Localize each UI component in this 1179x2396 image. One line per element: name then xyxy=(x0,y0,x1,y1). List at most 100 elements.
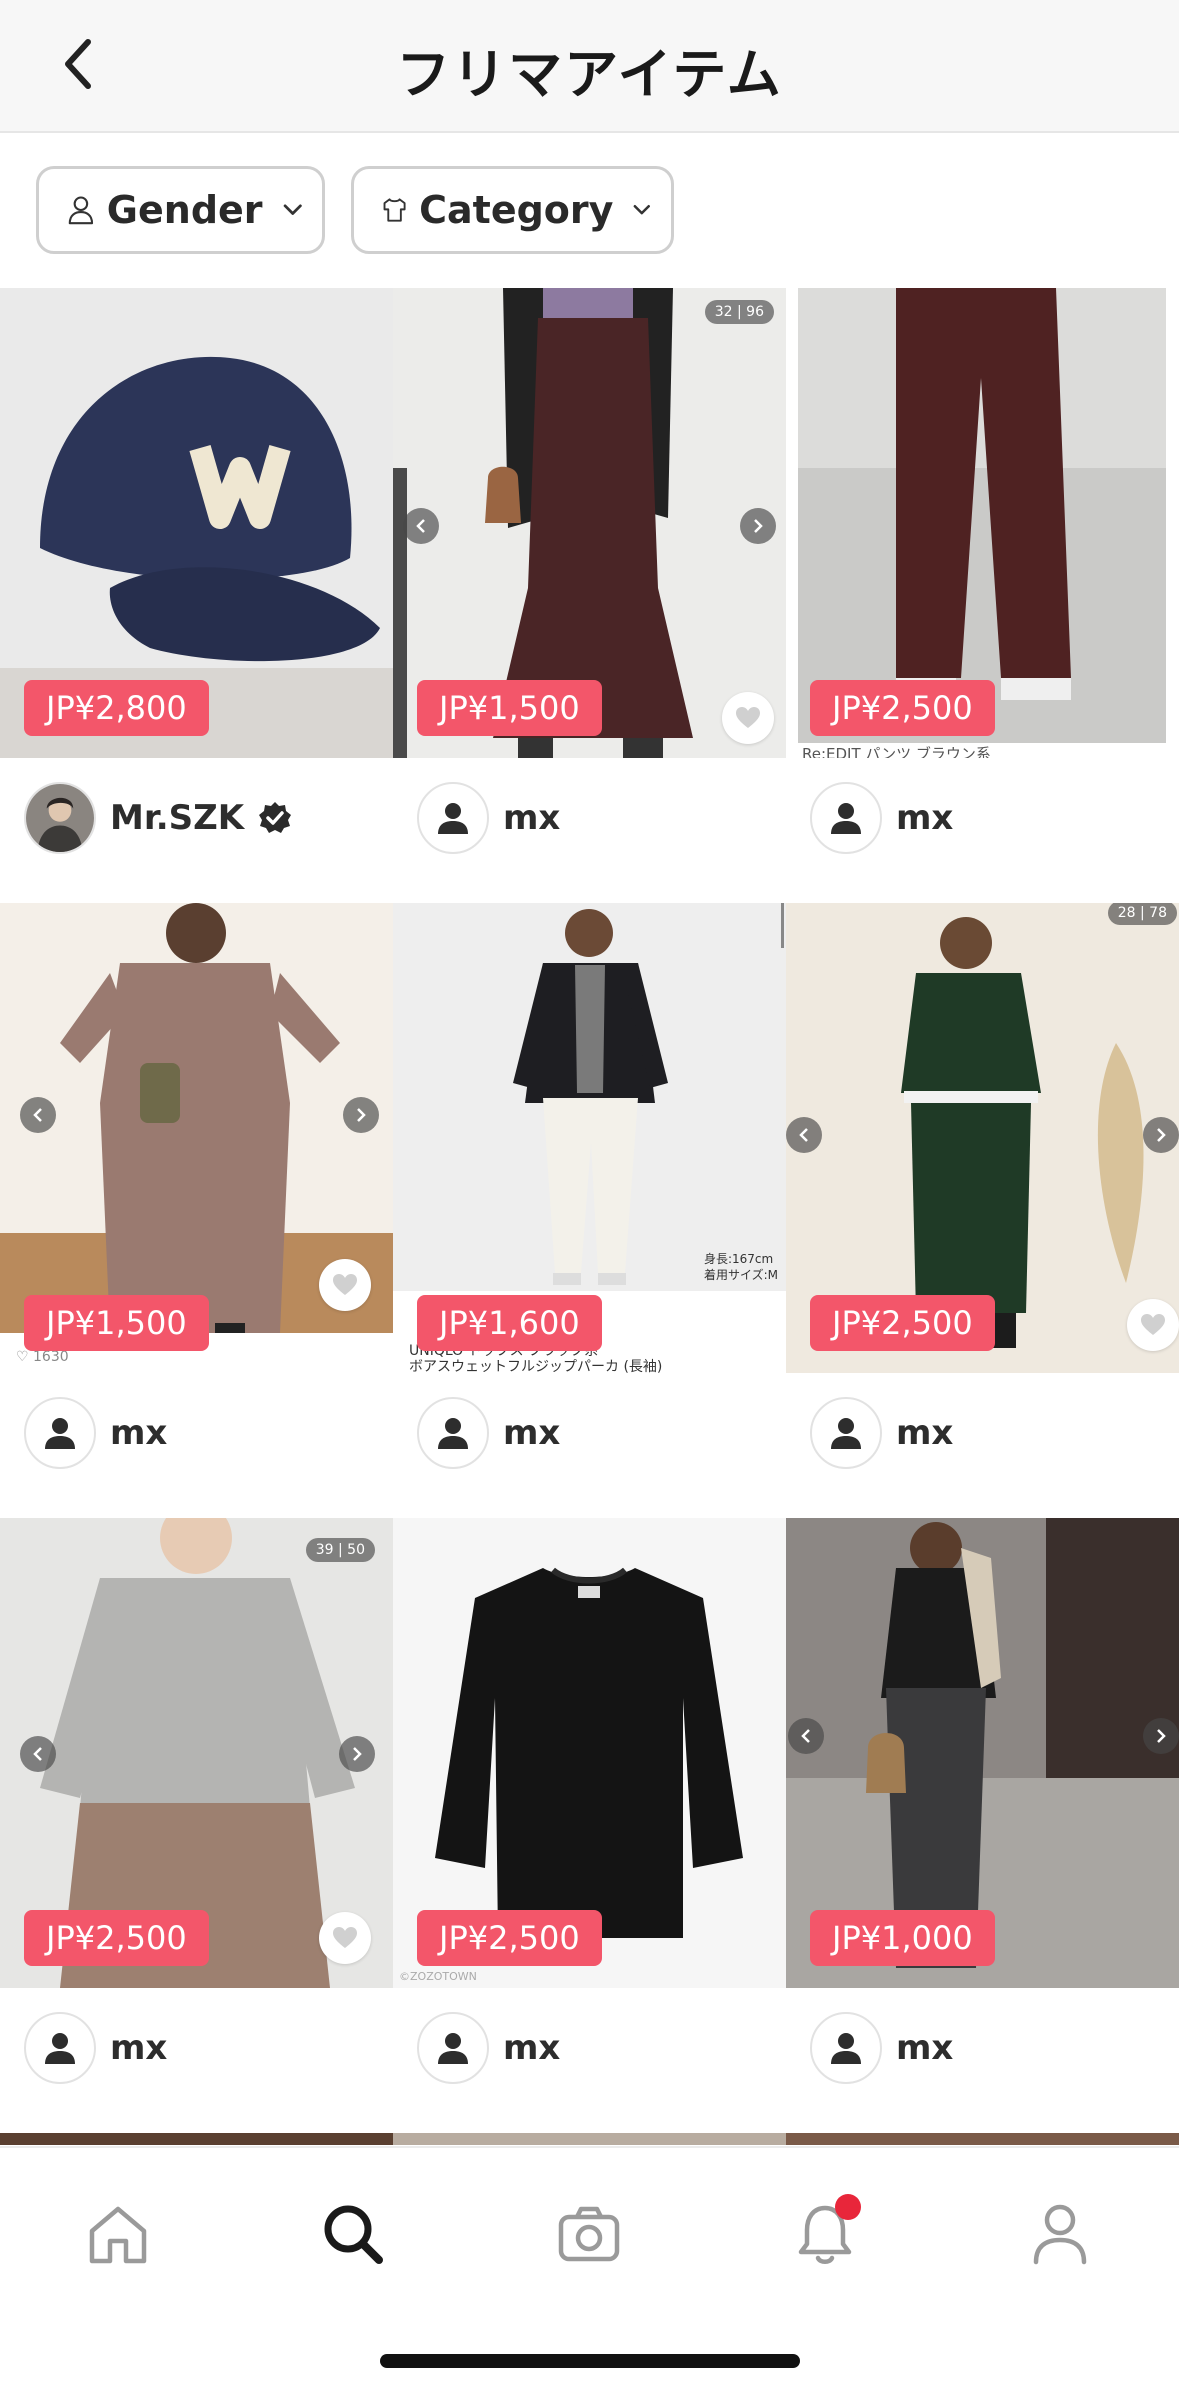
person-icon xyxy=(831,2033,861,2064)
tab-notifications[interactable] xyxy=(785,2194,865,2274)
home-indicator xyxy=(380,2354,800,2368)
item-card[interactable]: 32 | 96 JP¥1,500 mx xyxy=(393,288,786,903)
item-card[interactable]: JP¥1,000 mx xyxy=(786,1518,1179,2133)
item-card[interactable]: ♡ 1630 JP¥1,500 mx xyxy=(0,903,393,1518)
verified-badge-icon xyxy=(259,802,292,833)
prev-photo-button[interactable] xyxy=(403,508,439,544)
seller-info[interactable]: mx xyxy=(810,782,953,854)
chevron-left-icon xyxy=(801,1729,810,1743)
item-card[interactable]: 28 | 78 JP¥2,500 mx xyxy=(786,903,1179,1518)
prev-photo-button[interactable] xyxy=(20,1097,56,1133)
photo-count-badge: 28 | 78 xyxy=(1107,903,1177,925)
seller-info[interactable]: mx xyxy=(417,782,560,854)
category-filter-label: Category xyxy=(419,188,614,232)
like-button[interactable] xyxy=(1127,1299,1179,1351)
heart-icon xyxy=(736,707,760,728)
person-icon xyxy=(45,1418,75,1449)
next-photo-button[interactable] xyxy=(740,508,776,544)
seller-name: mx xyxy=(896,1413,954,1453)
avatar xyxy=(417,1397,489,1469)
shirt-icon xyxy=(383,198,406,222)
person-icon xyxy=(438,803,468,834)
item-caption: Re:EDIT パンツ ブラウン系 xyxy=(802,745,991,758)
seller-info[interactable]: mx xyxy=(24,2012,167,2084)
seller-info[interactable]: Mr.SZK xyxy=(24,782,292,854)
avatar xyxy=(417,782,489,854)
item-card[interactable]: JP¥2,800 Mr.SZK xyxy=(0,288,393,903)
filter-bar: Gender Category xyxy=(36,166,674,254)
chevron-right-icon xyxy=(1157,1128,1166,1142)
price-tag: JP¥2,500 xyxy=(810,680,995,736)
seller-name: mx xyxy=(110,1413,168,1453)
next-photo-button[interactable] xyxy=(1143,1117,1179,1153)
prev-photo-button[interactable] xyxy=(788,1718,824,1754)
next-photo-button[interactable] xyxy=(339,1736,375,1772)
prev-photo-button[interactable] xyxy=(786,1117,822,1153)
seller-info[interactable]: mx xyxy=(24,1397,167,1469)
item-card[interactable]: 39 | 50 JP¥2,500 mx xyxy=(0,1518,393,2133)
chevron-left-icon xyxy=(33,1747,42,1761)
photo-watermark: ©ZOZOTOWN xyxy=(399,1970,477,1983)
avatar xyxy=(810,2012,882,2084)
notification-dot xyxy=(835,2194,861,2220)
like-button[interactable] xyxy=(722,692,774,744)
chevron-right-icon xyxy=(353,1747,362,1761)
heart-icon xyxy=(1141,1314,1165,1335)
seller-info[interactable]: mx xyxy=(417,1397,560,1469)
item-card[interactable]: 身長:167cm 着用サイズ:M UNIQLO トップス ブラック系 ボアスウェ… xyxy=(393,903,786,1518)
seller-name: mx xyxy=(110,2028,168,2068)
photo-note-line: 着用サイズ:M xyxy=(703,1268,778,1282)
seller-name: mx xyxy=(503,1413,561,1453)
next-photo-button[interactable] xyxy=(1143,1718,1179,1754)
like-button[interactable] xyxy=(319,1259,371,1311)
tab-search[interactable] xyxy=(313,2194,393,2274)
person-icon xyxy=(831,1418,861,1449)
tab-home[interactable] xyxy=(78,2194,158,2274)
avatar xyxy=(810,1397,882,1469)
photo-count-badge: 32 | 96 xyxy=(704,300,774,324)
camera-icon xyxy=(558,2206,620,2262)
avatar xyxy=(24,782,96,854)
seller-name: mx xyxy=(896,798,954,838)
heart-icon xyxy=(333,1274,357,1295)
tab-camera[interactable] xyxy=(549,2194,629,2274)
person-icon xyxy=(68,196,94,225)
chevron-down-icon xyxy=(634,204,651,215)
avatar xyxy=(810,782,882,854)
gender-filter-button[interactable]: Gender xyxy=(36,166,325,254)
item-card[interactable]: Re:EDIT パンツ ブラウン系 JP¥2,500 mx xyxy=(786,288,1179,903)
tab-profile[interactable] xyxy=(1020,2194,1100,2274)
seller-info[interactable]: mx xyxy=(417,2012,560,2084)
next-photo-button[interactable] xyxy=(343,1097,379,1133)
chevron-down-icon xyxy=(283,204,302,215)
avatar xyxy=(24,1397,96,1469)
category-filter-button[interactable]: Category xyxy=(351,166,674,254)
price-tag: JP¥1,600 xyxy=(417,1295,602,1351)
chevron-right-icon xyxy=(1157,1729,1166,1743)
seller-info[interactable]: mx xyxy=(810,2012,953,2084)
price-tag: JP¥1,500 xyxy=(24,1295,209,1351)
price-tag: JP¥2,500 xyxy=(417,1910,602,1966)
seller-name: Mr.SZK xyxy=(110,798,245,838)
header: フリマアイテム xyxy=(0,0,1179,133)
like-count: ♡ 1630 xyxy=(16,1349,69,1365)
price-tag: JP¥1,000 xyxy=(810,1910,995,1966)
seller-info[interactable]: mx xyxy=(810,1397,953,1469)
seller-name: mx xyxy=(503,798,561,838)
item-card[interactable]: ©ZOZOTOWN JP¥2,500 mx xyxy=(393,1518,786,2133)
chevron-left-icon xyxy=(416,519,425,533)
price-tag: JP¥2,800 xyxy=(24,680,209,736)
price-tag: JP¥1,500 xyxy=(417,680,602,736)
chevron-left-icon xyxy=(799,1128,808,1142)
price-tag: JP¥2,500 xyxy=(810,1295,995,1351)
avatar xyxy=(417,2012,489,2084)
photo-note-line: 身長:167cm xyxy=(703,1252,774,1266)
heart-icon xyxy=(333,1927,357,1948)
photo-note: 身長:167cm 着用サイズ:M xyxy=(704,1251,778,1283)
seller-name: mx xyxy=(896,2028,954,2068)
photo-count-badge: 39 | 50 xyxy=(305,1538,375,1562)
avatar xyxy=(24,2012,96,2084)
prev-photo-button[interactable] xyxy=(20,1736,56,1772)
seller-name: mx xyxy=(503,2028,561,2068)
like-button[interactable] xyxy=(319,1912,371,1964)
